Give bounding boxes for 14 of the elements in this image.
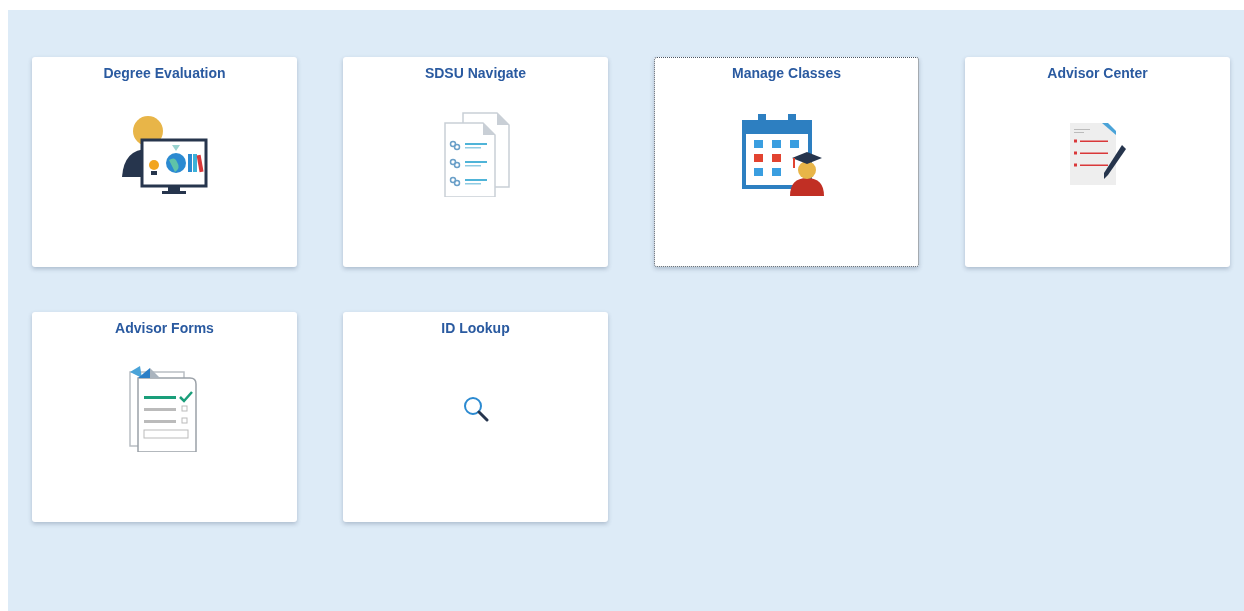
app-tile[interactable]: Degree Evaluation: [32, 57, 297, 267]
tile-title: SDSU Navigate: [424, 65, 527, 81]
tile-title: Degree Evaluation: [103, 65, 226, 81]
tile-title: ID Lookup: [441, 320, 510, 336]
app-tile[interactable]: Advisor Center: [965, 57, 1230, 267]
checklist-pen-icon: [1067, 120, 1128, 187]
tile-title: Advisor Forms: [115, 320, 214, 336]
tile-title: Manage Classes: [732, 65, 841, 81]
app-tile[interactable]: SDSU Navigate: [343, 57, 608, 267]
tile-title: Advisor Center: [1047, 65, 1148, 81]
app-tile[interactable]: ID Lookup: [343, 312, 608, 522]
app-tile[interactable]: Manage Classes: [654, 57, 919, 267]
search-icon: [462, 395, 489, 422]
app-tile[interactable]: Advisor Forms: [32, 312, 297, 522]
